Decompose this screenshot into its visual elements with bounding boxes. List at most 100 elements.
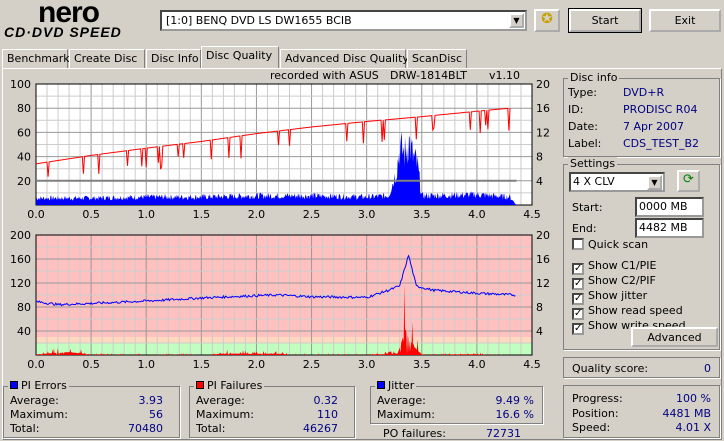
tab-scandisc[interactable]: ScanDisc: [407, 49, 467, 68]
quality-score-label: Quality score:: [572, 362, 649, 375]
pie-total-value: 70480: [128, 422, 163, 435]
checkbox-show-c2-pif[interactable]: ✓ Show C2/PIF: [572, 274, 656, 290]
jitter-avg-value: 9.49 %: [495, 394, 534, 407]
y-right-tick-label: 4: [536, 325, 543, 338]
date-value: 7 Apr 2007: [623, 120, 685, 133]
y-left-tick-label: 80: [17, 301, 31, 314]
chart-band-warning: [36, 337, 532, 343]
y-right-tick-label: 20: [536, 78, 550, 91]
x-tick-label: 2.5: [303, 208, 321, 221]
position-label: Position:: [572, 407, 619, 420]
refresh-button[interactable]: ⟳: [677, 170, 700, 192]
pie-avg-label: Average:: [10, 394, 59, 407]
x-tick-label: 2.0: [248, 358, 266, 371]
pif-avg-label: Average:: [196, 394, 245, 407]
id-value: PRODISC R04: [623, 103, 698, 116]
y-right-tick-label: 8: [536, 151, 543, 164]
y-left-tick-label: 160: [10, 253, 31, 266]
checkbox-quick-scan[interactable]: Quick scan: [572, 238, 648, 251]
position-value: 4481 MB: [662, 407, 711, 420]
exit-button[interactable]: Exit: [649, 9, 721, 32]
pif-max-label: Maximum:: [196, 408, 254, 421]
pi-errors-swatch: [10, 381, 18, 389]
x-tick-label: 3.0: [358, 208, 376, 221]
checkbox-label: Show read speed: [588, 304, 683, 317]
chevron-down-icon[interactable]: ▼: [509, 13, 524, 28]
y-left-tick-label: 60: [17, 126, 31, 139]
speed-select-value: 4 X CLV: [573, 175, 615, 188]
tab-benchmark[interactable]: Benchmark: [2, 49, 70, 68]
x-tick-label: 3.5: [413, 358, 431, 371]
y-left-tick-label: 80: [17, 102, 31, 115]
pif-max-value: 110: [317, 408, 338, 421]
settings-group: Settings 4 X CLV ▼ ⟳ Start: 0000 MB End: …: [563, 157, 720, 350]
x-tick-label: 4.0: [468, 358, 486, 371]
pie-max-value: 56: [149, 408, 163, 421]
x-tick-label: 3.0: [358, 358, 376, 371]
drive-select-value: [1:0] BENQ DVD LS DW1655 BCIB: [166, 14, 352, 27]
x-tick-label: 2.5: [303, 358, 321, 371]
start-button[interactable]: Start: [568, 8, 642, 33]
y-right-tick-label: 4: [536, 175, 543, 188]
disc-info-title: Disc info: [568, 71, 620, 84]
y-right-tick-label: 20: [536, 229, 550, 242]
checkbox-box[interactable]: [572, 238, 584, 250]
drive-select[interactable]: [1:0] BENQ DVD LS DW1655 BCIB ▼: [160, 10, 527, 31]
speed-label: Speed:: [572, 421, 611, 434]
progress-label: Progress:: [572, 392, 623, 405]
disc-icon: ✪: [541, 11, 553, 27]
y-left-tick-label: 200: [10, 229, 31, 242]
y-right-tick-label: 16: [536, 102, 550, 115]
jitter-max-label: Maximum:: [377, 408, 435, 421]
pie-max-label: Maximum:: [10, 408, 68, 421]
checkbox-label: Quick scan: [588, 238, 649, 251]
tab-advanced-disc-quality[interactable]: Advanced Disc Quality: [280, 49, 409, 68]
checkbox-label: Show C1/PIE: [588, 259, 657, 272]
x-tick-label: 1.0: [137, 358, 155, 371]
x-tick-label: 4.5: [523, 208, 541, 221]
quality-score-value: 0: [704, 362, 711, 375]
checkbox-box[interactable]: ✓: [572, 323, 584, 335]
x-tick-label: 0.0: [27, 208, 45, 221]
y-left-tick-label: 120: [10, 277, 31, 290]
jitter-title: Jitter: [375, 379, 417, 392]
speed-value: 4.01 X: [675, 421, 711, 434]
drive-info-button[interactable]: ✪: [534, 9, 560, 32]
chevron-down-icon[interactable]: ▼: [647, 175, 662, 190]
quality-score-box: Quality score: 0: [563, 357, 720, 378]
x-tick-label: 0.5: [82, 358, 100, 371]
pif-total-label: Total:: [196, 422, 226, 435]
checkbox-show-jitter[interactable]: ✓ Show jitter: [572, 289, 647, 305]
start-label: Start:: [572, 201, 603, 214]
type-value: DVD+R: [623, 86, 665, 99]
y-left-tick-label: 40: [17, 151, 31, 164]
pi-failures-title: PI Failures: [194, 379, 265, 392]
pi-errors-title: PI Errors: [8, 379, 69, 392]
start-input[interactable]: 0000 MB: [635, 197, 704, 217]
progress-box: Progress: 100 % Position: 4481 MB Speed:…: [563, 385, 720, 438]
tab-create-disc[interactable]: Create Disc: [69, 49, 145, 68]
pi-errors-group: PI Errors Average: 3.93 Maximum: 56 Tota…: [3, 379, 180, 438]
checkbox-show-read-speed[interactable]: ✓ Show read speed: [572, 304, 683, 320]
x-tick-label: 1.5: [193, 208, 211, 221]
checkbox-label: Show C2/PIF: [588, 274, 656, 287]
jitter-group: Jitter Average: 9.49 % Maximum: 16.6 %: [370, 379, 543, 424]
jitter-max-value: 16.6 %: [495, 408, 534, 421]
tab-disc-quality[interactable]: Disc Quality: [201, 46, 279, 68]
y-left-tick-label: 40: [17, 325, 31, 338]
pif-avg-value: 0.32: [313, 394, 339, 407]
pif-total-value: 46267: [303, 422, 338, 435]
checkbox-show-c1-pie[interactable]: ✓ Show C1/PIE: [572, 259, 656, 275]
speed-select[interactable]: 4 X CLV ▼: [569, 172, 665, 192]
charts-area: 0.0 0.5 1.0 1.5 2.0 2.5 3.0 3.5 4.0 4.5 100 80 60 40 2…: [10, 78, 550, 371]
end-input[interactable]: 4482 MB: [635, 218, 704, 238]
x-tick-label: 2.0: [248, 208, 266, 221]
advanced-button[interactable]: Advanced: [631, 327, 718, 347]
pi-failures-group: PI Failures Average: 0.32 Maximum: 110 T…: [189, 379, 355, 438]
pie-total-label: Total:: [10, 422, 40, 435]
tab-disc-info[interactable]: Disc Info: [146, 49, 201, 68]
y-right-tick-label: 12: [536, 277, 550, 290]
y-right-tick-label: 16: [536, 253, 550, 266]
cd-dvd-speed-logo: CD·DVD SPEED: [4, 24, 122, 40]
jitter-avg-label: Average:: [377, 394, 426, 407]
